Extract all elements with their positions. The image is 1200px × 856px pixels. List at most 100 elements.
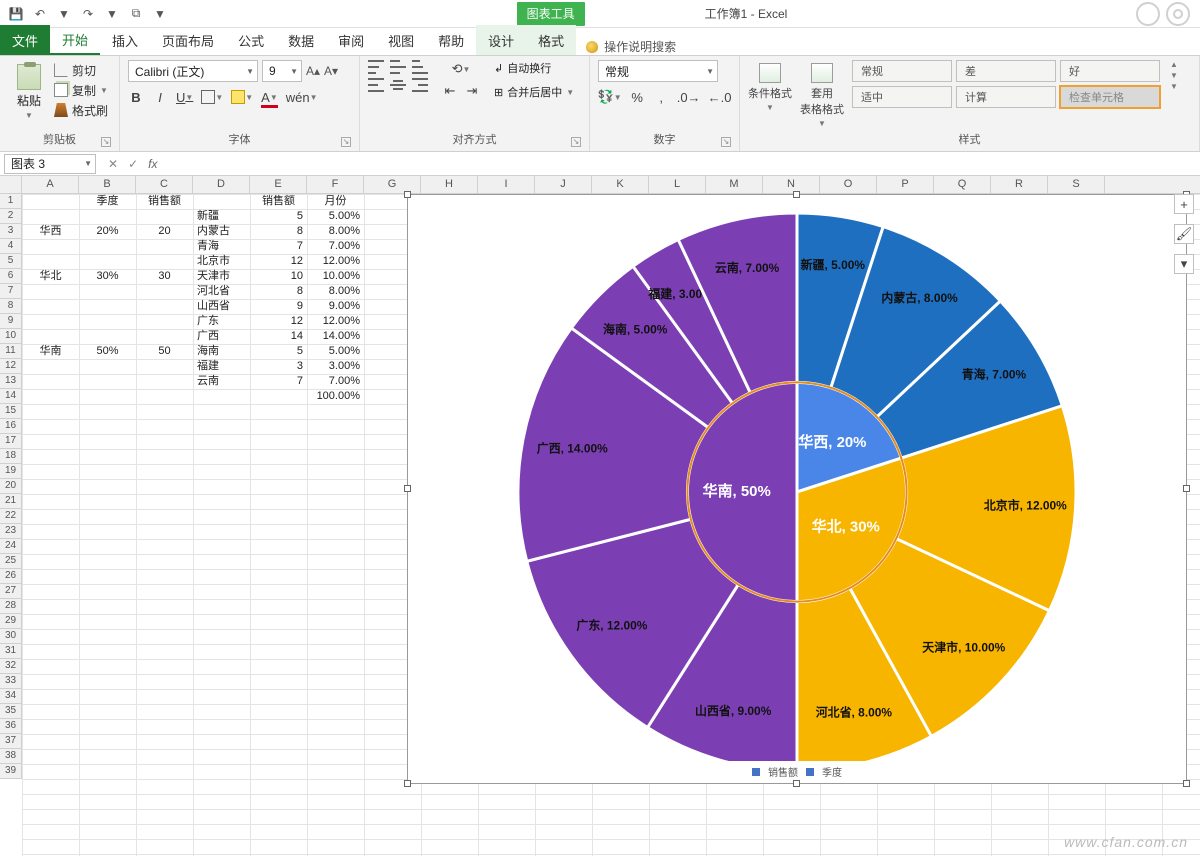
align-left-icon[interactable] — [368, 78, 384, 92]
cell[interactable]: 广西 — [193, 329, 250, 344]
cell[interactable]: 7 — [250, 239, 307, 254]
fill-color-button[interactable]: ▼ — [231, 88, 253, 106]
dialog-launcher-icon[interactable]: ↘ — [571, 137, 581, 147]
touch-mode-icon[interactable]: ⧉ — [128, 6, 144, 22]
resize-handle-se[interactable] — [1183, 780, 1190, 787]
row-header[interactable]: 11 — [0, 344, 21, 359]
cell[interactable]: 3.00% — [307, 359, 364, 374]
gallery-up-icon[interactable]: ▲ — [1170, 60, 1178, 69]
cell[interactable]: 8.00% — [307, 284, 364, 299]
cell-styles-gallery[interactable]: 常规 差 好 适中 计算 检查单元格 — [852, 60, 1160, 108]
column-header[interactable]: N — [763, 176, 820, 193]
row-header[interactable]: 17 — [0, 434, 21, 449]
column-header[interactable]: Q — [934, 176, 991, 193]
column-header[interactable]: E — [250, 176, 307, 193]
format-painter-button[interactable]: 格式刷 — [50, 100, 108, 120]
accounting-format-button[interactable]: 💱▼ — [598, 88, 621, 106]
gallery-more-icon[interactable]: ▼ — [1170, 82, 1178, 91]
resize-handle-w[interactable] — [404, 485, 411, 492]
row-header[interactable]: 2 — [0, 209, 21, 224]
paste-button[interactable]: 粘贴 ▼ — [8, 60, 50, 129]
row-header[interactable]: 27 — [0, 584, 21, 599]
cell-style-calc[interactable]: 计算 — [956, 86, 1056, 108]
align-middle-icon[interactable] — [390, 60, 406, 74]
orientation-button[interactable]: ⟲▼ — [442, 60, 480, 78]
qat-customize-icon[interactable]: ▼ — [152, 6, 168, 22]
tab-help[interactable]: 帮助 — [426, 25, 476, 55]
cell[interactable]: 12 — [250, 314, 307, 329]
row-header[interactable]: 39 — [0, 764, 21, 779]
enter-formula-icon[interactable]: ✓ — [128, 157, 138, 171]
row-headers[interactable]: 1234567891011121314151617181920212223242… — [0, 194, 22, 779]
tab-formulas[interactable]: 公式 — [226, 25, 276, 55]
row-header[interactable]: 14 — [0, 389, 21, 404]
cell[interactable]: 14 — [250, 329, 307, 344]
conditional-format-button[interactable]: 条件格式▼ — [748, 60, 792, 112]
cell[interactable]: 20 — [136, 224, 193, 239]
chart-legend[interactable]: 销售额 季度 — [752, 764, 842, 779]
cell[interactable]: 华西 — [22, 224, 79, 239]
cell[interactable]: 12.00% — [307, 314, 364, 329]
increase-decimal-button[interactable]: .0→ — [677, 88, 700, 106]
italic-button[interactable]: I — [152, 88, 168, 106]
row-header[interactable]: 24 — [0, 539, 21, 554]
cell[interactable]: 100.00% — [307, 389, 364, 404]
font-family-combo[interactable]: Calibri (正文)▼ — [128, 60, 258, 82]
undo-dropdown-icon[interactable]: ▼ — [56, 6, 72, 22]
row-header[interactable]: 16 — [0, 419, 21, 434]
cell[interactable]: 7 — [250, 374, 307, 389]
cell[interactable]: 12.00% — [307, 254, 364, 269]
row-header[interactable]: 28 — [0, 599, 21, 614]
column-header[interactable]: M — [706, 176, 763, 193]
row-header[interactable]: 8 — [0, 299, 21, 314]
cell[interactable]: 天津市 — [193, 269, 250, 284]
cell[interactable]: 月份 — [307, 194, 364, 209]
column-header[interactable]: L — [649, 176, 706, 193]
cell[interactable]: 14.00% — [307, 329, 364, 344]
cell[interactable]: 河北省 — [193, 284, 250, 299]
font-color-button[interactable]: A▼ — [261, 88, 278, 106]
row-header[interactable]: 32 — [0, 659, 21, 674]
row-header[interactable]: 25 — [0, 554, 21, 569]
column-header[interactable]: F — [307, 176, 364, 193]
align-top-icon[interactable] — [368, 60, 384, 74]
cell-style-neutral[interactable]: 适中 — [852, 86, 952, 108]
column-header[interactable]: R — [991, 176, 1048, 193]
row-header[interactable]: 38 — [0, 749, 21, 764]
row-header[interactable]: 1 — [0, 194, 21, 209]
column-header[interactable]: G — [364, 176, 421, 193]
cell-style-normal[interactable]: 常规 — [852, 60, 952, 82]
select-all-corner[interactable] — [0, 176, 22, 194]
resize-handle-e[interactable] — [1183, 485, 1190, 492]
merge-center-button[interactable]: ⊞合并后居中▼ — [494, 84, 574, 100]
resize-handle-n[interactable] — [793, 191, 800, 198]
row-header[interactable]: 9 — [0, 314, 21, 329]
row-header[interactable]: 21 — [0, 494, 21, 509]
cell[interactable]: 7.00% — [307, 374, 364, 389]
column-header[interactable]: A — [22, 176, 79, 193]
row-header[interactable]: 6 — [0, 269, 21, 284]
tab-chart-format[interactable]: 格式 — [526, 25, 576, 55]
cell-style-check[interactable]: 检查单元格 — [1060, 86, 1160, 108]
cell[interactable]: 9.00% — [307, 299, 364, 314]
cell[interactable]: 季度 — [79, 194, 136, 209]
tab-insert[interactable]: 插入 — [100, 25, 150, 55]
chart-object[interactable]: 新疆, 5.00%内蒙古, 8.00%青海, 7.00%北京市, 12.00%天… — [407, 194, 1187, 784]
format-as-table-button[interactable]: 套用 表格格式▼ — [800, 60, 844, 128]
column-header[interactable]: P — [877, 176, 934, 193]
font-size-combo[interactable]: 9▼ — [262, 60, 302, 82]
row-header[interactable]: 35 — [0, 704, 21, 719]
tab-chart-design[interactable]: 设计 — [476, 25, 526, 55]
row-header[interactable]: 7 — [0, 284, 21, 299]
cell[interactable]: 10 — [250, 269, 307, 284]
cell[interactable]: 8 — [250, 224, 307, 239]
row-header[interactable]: 10 — [0, 329, 21, 344]
cut-button[interactable]: 剪切 — [50, 60, 108, 80]
tab-file[interactable]: 文件 — [0, 25, 50, 55]
comma-format-button[interactable]: , — [653, 88, 669, 106]
row-header[interactable]: 31 — [0, 644, 21, 659]
resize-handle-sw[interactable] — [404, 780, 411, 787]
cell[interactable]: 12 — [250, 254, 307, 269]
column-header[interactable]: K — [592, 176, 649, 193]
cell[interactable]: 云南 — [193, 374, 250, 389]
